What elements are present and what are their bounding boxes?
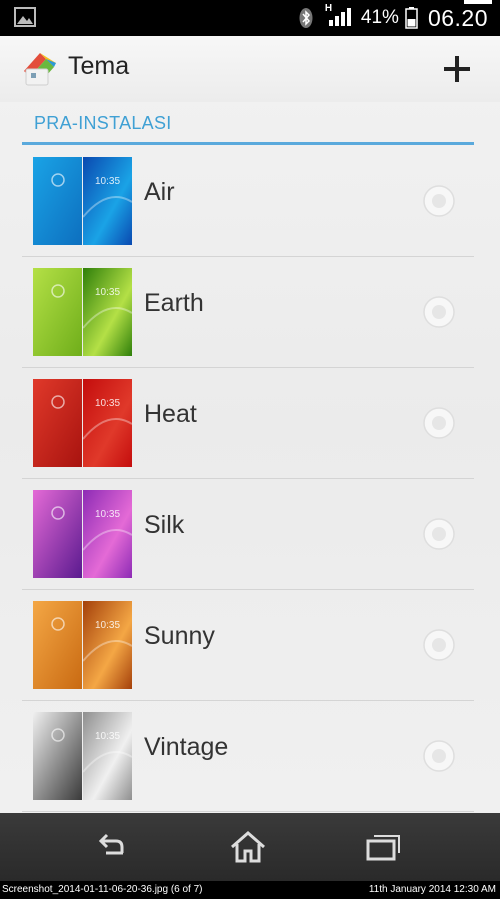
theme-item-sunny[interactable]: 10:35 Sunny bbox=[22, 590, 474, 701]
theme-item-heat[interactable]: 10:35 Heat bbox=[22, 368, 474, 479]
action-bar: Tema bbox=[0, 36, 500, 102]
theme-thumbnail: 10:35 bbox=[33, 379, 132, 467]
caption-filename: Screenshot_2014-01-11-06-20-36.jpg (6 of… bbox=[2, 884, 203, 895]
signal-group: H bbox=[324, 2, 353, 32]
battery-percent: 41% bbox=[360, 7, 399, 28]
thumbnail-clock: 10:35 bbox=[95, 398, 120, 409]
thumbnail-clock: 10:35 bbox=[95, 731, 120, 742]
theme-radio-button[interactable] bbox=[422, 184, 456, 218]
caption-date: 11th January 2014 12:30 AM bbox=[368, 884, 496, 895]
theme-name: Vintage bbox=[144, 733, 229, 761]
gallery-notification-icon bbox=[14, 7, 36, 27]
add-theme-button[interactable] bbox=[438, 50, 476, 88]
status-bar: H 41% 06.20 bbox=[0, 0, 500, 36]
theme-name: Air bbox=[144, 178, 175, 206]
theme-name: Silk bbox=[144, 511, 185, 539]
theme-name: Earth bbox=[144, 289, 204, 317]
recent-apps-icon[interactable] bbox=[364, 829, 404, 865]
theme-item-vintage[interactable]: 10:35 Vintage bbox=[22, 701, 474, 812]
theme-radio-button[interactable] bbox=[422, 406, 456, 440]
thumbnail-clock: 10:35 bbox=[95, 287, 120, 298]
battery-icon bbox=[405, 7, 418, 29]
home-icon[interactable] bbox=[228, 829, 268, 865]
theme-name: Heat bbox=[144, 400, 197, 428]
theme-thumbnail: 10:35 bbox=[33, 268, 132, 356]
screenshot-caption-strip: Screenshot_2014-01-11-06-20-36.jpg (6 of… bbox=[0, 881, 500, 899]
navigation-bar bbox=[0, 813, 500, 881]
theme-radio-button[interactable] bbox=[422, 295, 456, 329]
themes-screen: Tema PRA-INSTALASI 10:35 Air 10:35 Earth 10:… bbox=[0, 36, 500, 813]
clock: 06.20 bbox=[427, 4, 488, 31]
bluetooth-icon bbox=[299, 8, 313, 28]
page-title: Tema bbox=[68, 52, 130, 80]
theme-item-earth[interactable]: 10:35 Earth bbox=[22, 257, 474, 368]
theme-radio-button[interactable] bbox=[422, 739, 456, 773]
theme-name: Sunny bbox=[144, 622, 215, 650]
theme-item-air[interactable]: 10:35 Air bbox=[22, 146, 474, 257]
theme-radio-button[interactable] bbox=[422, 517, 456, 551]
list-divider bbox=[22, 811, 474, 812]
back-icon[interactable] bbox=[92, 829, 132, 865]
theme-thumbnail: 10:35 bbox=[33, 712, 132, 800]
theme-radio-button[interactable] bbox=[422, 628, 456, 662]
section-header-preinstalled: PRA-INSTALASI bbox=[34, 113, 172, 133]
theme-thumbnail: 10:35 bbox=[33, 490, 132, 578]
phone-screen: H 41% 06.20 Tema PRA-INSTALASI 10:35 Air… bbox=[0, 0, 500, 899]
theme-item-silk[interactable]: 10:35 Silk bbox=[22, 479, 474, 590]
thumbnail-clock: 10:35 bbox=[95, 176, 120, 187]
thumbnail-clock: 10:35 bbox=[95, 620, 120, 631]
themes-app-icon[interactable] bbox=[20, 49, 60, 89]
theme-thumbnail: 10:35 bbox=[33, 601, 132, 689]
section-divider bbox=[22, 142, 474, 145]
theme-thumbnail: 10:35 bbox=[33, 157, 132, 245]
network-type-label: H bbox=[324, 2, 333, 14]
thumbnail-clock: 10:35 bbox=[95, 509, 120, 520]
